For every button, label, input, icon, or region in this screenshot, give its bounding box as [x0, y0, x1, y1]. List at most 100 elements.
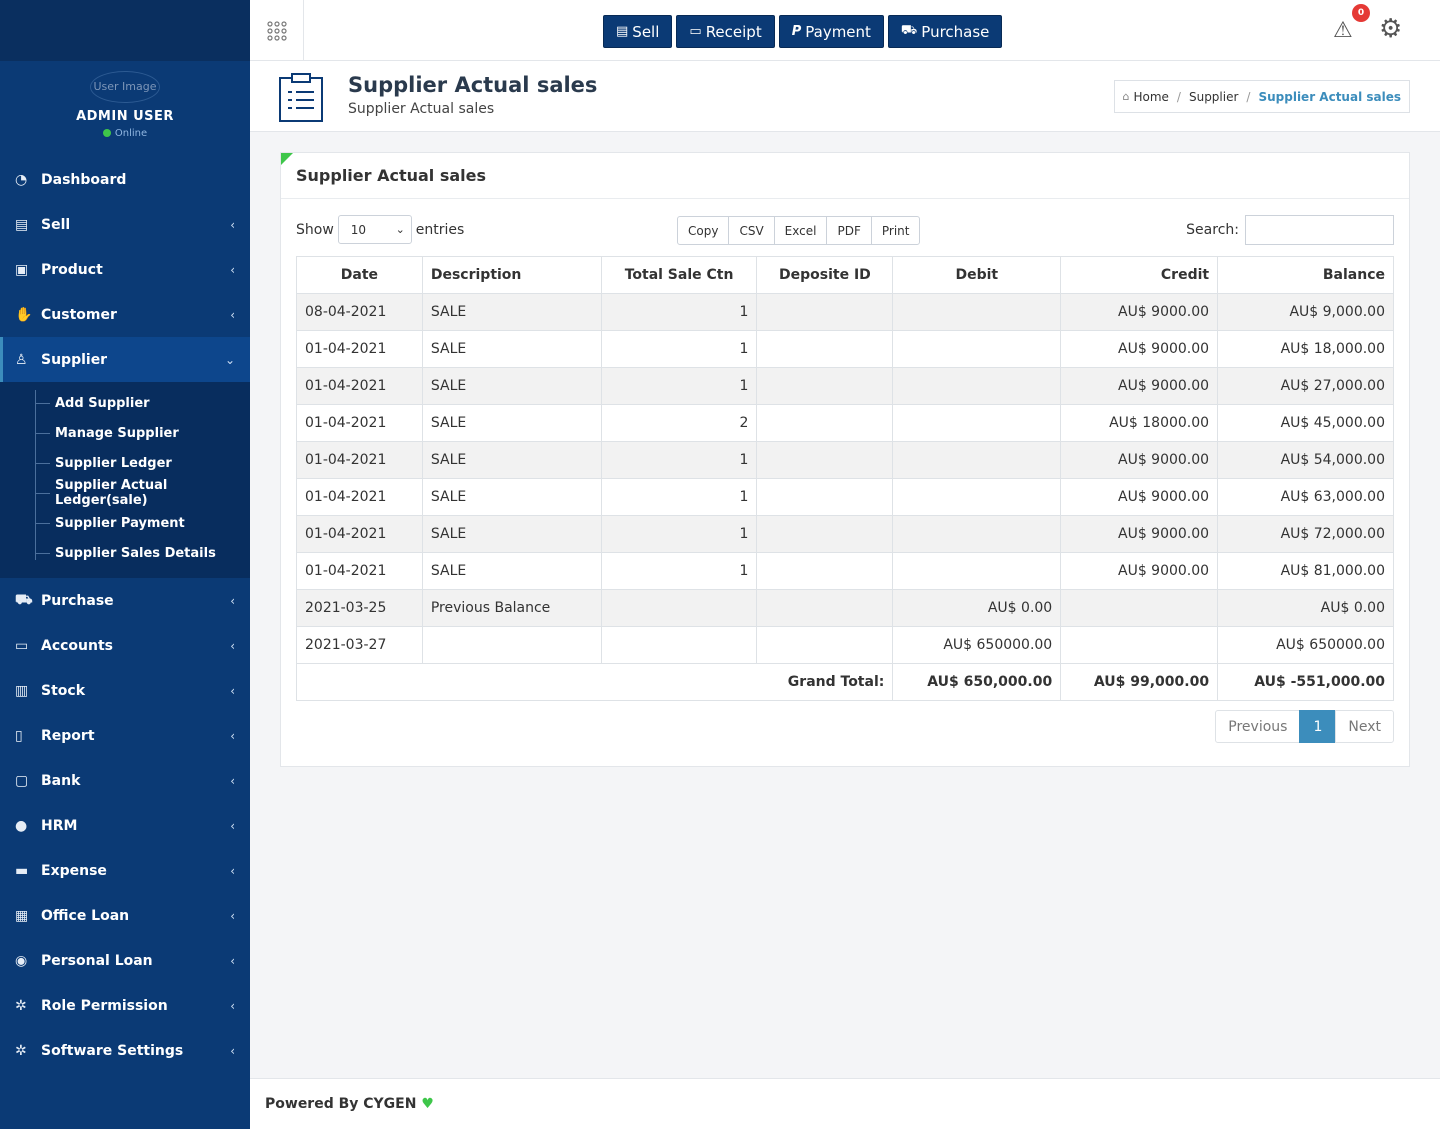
pagination: Previous 1 Next [1215, 710, 1394, 743]
print-button[interactable]: Print [870, 216, 921, 245]
pagination-next[interactable]: Next [1335, 710, 1394, 743]
col-description[interactable]: Description [421, 256, 602, 294]
sidebar-item-purchase[interactable]: ⛟ Purchase ‹ [0, 578, 250, 623]
entries-label: entries [415, 221, 465, 238]
settings-gear-icon[interactable]: ⚙ [1379, 14, 1402, 44]
sidebar-item-report[interactable]: ▯ Report ‹ [0, 713, 250, 758]
sidebar-item-sell[interactable]: ▤ Sell ‹ [0, 202, 250, 247]
chevron-left-icon: ‹ [230, 998, 235, 1013]
copy-button[interactable]: Copy [677, 216, 730, 245]
breadcrumb-supplier[interactable]: Supplier [1189, 90, 1238, 104]
cart-icon: ⛟ [900, 23, 918, 38]
topbar: ▤ Sell ▭ Receipt P Payment ⛟ Purchase ⚠ 0 ⚙ [250, 0, 1440, 61]
submenu-supplier-payment[interactable]: Supplier Payment [0, 508, 250, 538]
chevron-down-icon: ⌄ [224, 352, 235, 367]
sidebar-item-accounts[interactable]: ▭ Accounts ‹ [0, 623, 250, 668]
col-balance[interactable]: Balance [1217, 256, 1394, 294]
chevron-left-icon: ‹ [230, 683, 235, 698]
book-icon: ▯ [15, 727, 23, 744]
export-buttons: Copy CSV Excel PDF Print [677, 216, 921, 245]
breadcrumb-home[interactable]: Home [1133, 90, 1168, 104]
col-credit[interactable]: Credit [1060, 256, 1219, 294]
col-debit[interactable]: Debit [892, 256, 1062, 294]
sidebar-item-customer[interactable]: ✋ Customer ‹ [0, 292, 250, 337]
panel-corner-marker [281, 153, 293, 165]
handshake-icon: ✋ [15, 306, 33, 323]
sidebar-item-software-settings[interactable]: ✲ Software Settings ‹ [0, 1028, 250, 1073]
sidebar-item-role-permission[interactable]: ✲ Role Permission ‹ [0, 983, 250, 1028]
chevron-left-icon: ‹ [230, 728, 235, 743]
sidebar-item-personal-loan[interactable]: ◉ Personal Loan ‹ [0, 938, 250, 983]
notification-badge: 0 [1352, 4, 1370, 22]
pagination-previous[interactable]: Previous [1215, 710, 1301, 743]
grand-total-debit: AU$ 650,000.00 [892, 663, 1062, 701]
cart-icon: ⛟ [15, 591, 33, 608]
submenu-supplier-actual-ledger[interactable]: Supplier Actual Ledger(sale) [0, 478, 250, 508]
sidebar-item-expense[interactable]: ▬ Expense ‹ [0, 848, 250, 893]
submenu-tree-line [35, 390, 36, 560]
chevron-left-icon: ‹ [230, 638, 235, 653]
col-date[interactable]: Date [296, 256, 423, 294]
table-body: 08-04-2021 SALE 1 AU$ 9000.00 AU$ 9,000.00 0… [296, 293, 1394, 664]
chevron-left-icon: ‹ [230, 818, 235, 833]
page-title: Supplier Actual sales [348, 73, 598, 97]
grid-icon [266, 20, 287, 41]
gear-icon: ✲ [15, 997, 27, 1014]
table-row: 01-04-2021 SALE 1 AU$ 9000.00 AU$ 63,000.00 [296, 478, 1394, 516]
chart-icon: ▥ [15, 682, 29, 699]
person-icon: ● [15, 817, 28, 834]
content-header: Supplier Actual sales Supplier Actual sa… [250, 61, 1440, 132]
table-row: 2021-03-25 Previous Balance AU$ 0.00 AU$ 0.… [296, 589, 1394, 627]
submenu-add-supplier[interactable]: Add Supplier [0, 388, 250, 418]
pdf-button[interactable]: PDF [826, 216, 872, 245]
sidebar-item-stock[interactable]: ▥ Stock ‹ [0, 668, 250, 713]
alert-icon[interactable]: ⚠ [1333, 18, 1353, 43]
show-label: Show [296, 221, 334, 238]
chevron-left-icon: ‹ [230, 593, 235, 608]
table-row: 01-04-2021 SALE 2 AU$ 18000.00 AU$ 45,000.00 [296, 404, 1394, 442]
submenu-manage-supplier[interactable]: Manage Supplier [0, 418, 250, 448]
supplier-submenu: Add Supplier Manage Supplier Supplier Le… [0, 382, 250, 578]
sell-icon: ▤ [15, 216, 29, 233]
sidebar-item-dashboard[interactable]: ◔ Dashboard [0, 157, 250, 202]
col-total-sale-ctn[interactable]: Total Sale Ctn [600, 256, 758, 294]
table-row: 01-04-2021 SALE 1 AU$ 9000.00 AU$ 18,000.00 [296, 330, 1394, 368]
submenu-supplier-ledger[interactable]: Supplier Ledger [0, 448, 250, 478]
briefcase-icon: ▢ [15, 772, 29, 789]
gear-icon: ✲ [15, 1042, 27, 1059]
money-icon: ▭ [689, 24, 702, 39]
quick-receipt-button[interactable]: ▭ Receipt [676, 15, 775, 48]
sales-table: Date Description Total Sale Ctn Deposite… [295, 256, 1394, 701]
quick-payment-button[interactable]: P Payment [778, 15, 884, 48]
sidebar-item-office-loan[interactable]: ▦ Office Loan ‹ [0, 893, 250, 938]
excel-button[interactable]: Excel [773, 216, 828, 245]
money-icon: ▭ [15, 637, 29, 654]
quick-purchase-button[interactable]: ⛟ Purchase [887, 15, 1003, 48]
sidebar-item-hrm[interactable]: ● HRM ‹ [0, 803, 250, 848]
chevron-left-icon: ‹ [230, 307, 235, 322]
sidebar-item-bank[interactable]: ▢ Bank ‹ [0, 758, 250, 803]
sidebar-item-supplier[interactable]: ♙ Supplier ⌄ [0, 337, 250, 382]
footer-text: Powered By CYGEN ♥ [265, 1096, 434, 1112]
pagination-page-1[interactable]: 1 [1299, 710, 1337, 743]
home-icon: ⌂ [1122, 90, 1130, 103]
quick-sell-button[interactable]: ▤ Sell [603, 15, 673, 48]
chevron-left-icon: ‹ [230, 262, 235, 277]
csv-button[interactable]: CSV [728, 216, 775, 245]
sidebar-menu: ◔ Dashboard ▤ Sell ‹ ▣ Product ‹ ✋ Customer ‹ ♙… [0, 157, 250, 1073]
quick-action-buttons: ▤ Sell ▭ Receipt P Payment ⛟ Purchase [603, 15, 1003, 48]
col-deposite-id[interactable]: Deposite ID [756, 256, 894, 294]
page-footer: Powered By CYGEN ♥ [250, 1078, 1440, 1129]
clipboard-icon [279, 73, 323, 122]
chevron-left-icon: ‹ [230, 1043, 235, 1058]
submenu-supplier-sales-details[interactable]: Supplier Sales Details [0, 538, 250, 568]
breadcrumb: ⌂ Home / Supplier / Supplier Actual sale… [1113, 80, 1410, 113]
grand-total-credit: AU$ 99,000.00 [1060, 663, 1219, 701]
sidebar-toggle[interactable] [250, 0, 304, 61]
table-row: 2021-03-27 AU$ 650000.00 AU$ 650000.00 [296, 626, 1394, 664]
sidebar-item-product[interactable]: ▣ Product ‹ [0, 247, 250, 292]
table-row: 01-04-2021 SALE 1 AU$ 9000.00 AU$ 54,000.00 [296, 441, 1394, 479]
breadcrumb-separator: / [1176, 89, 1181, 104]
entries-select[interactable]: 10 ⌄ [337, 215, 412, 244]
search-input[interactable] [1245, 215, 1394, 245]
